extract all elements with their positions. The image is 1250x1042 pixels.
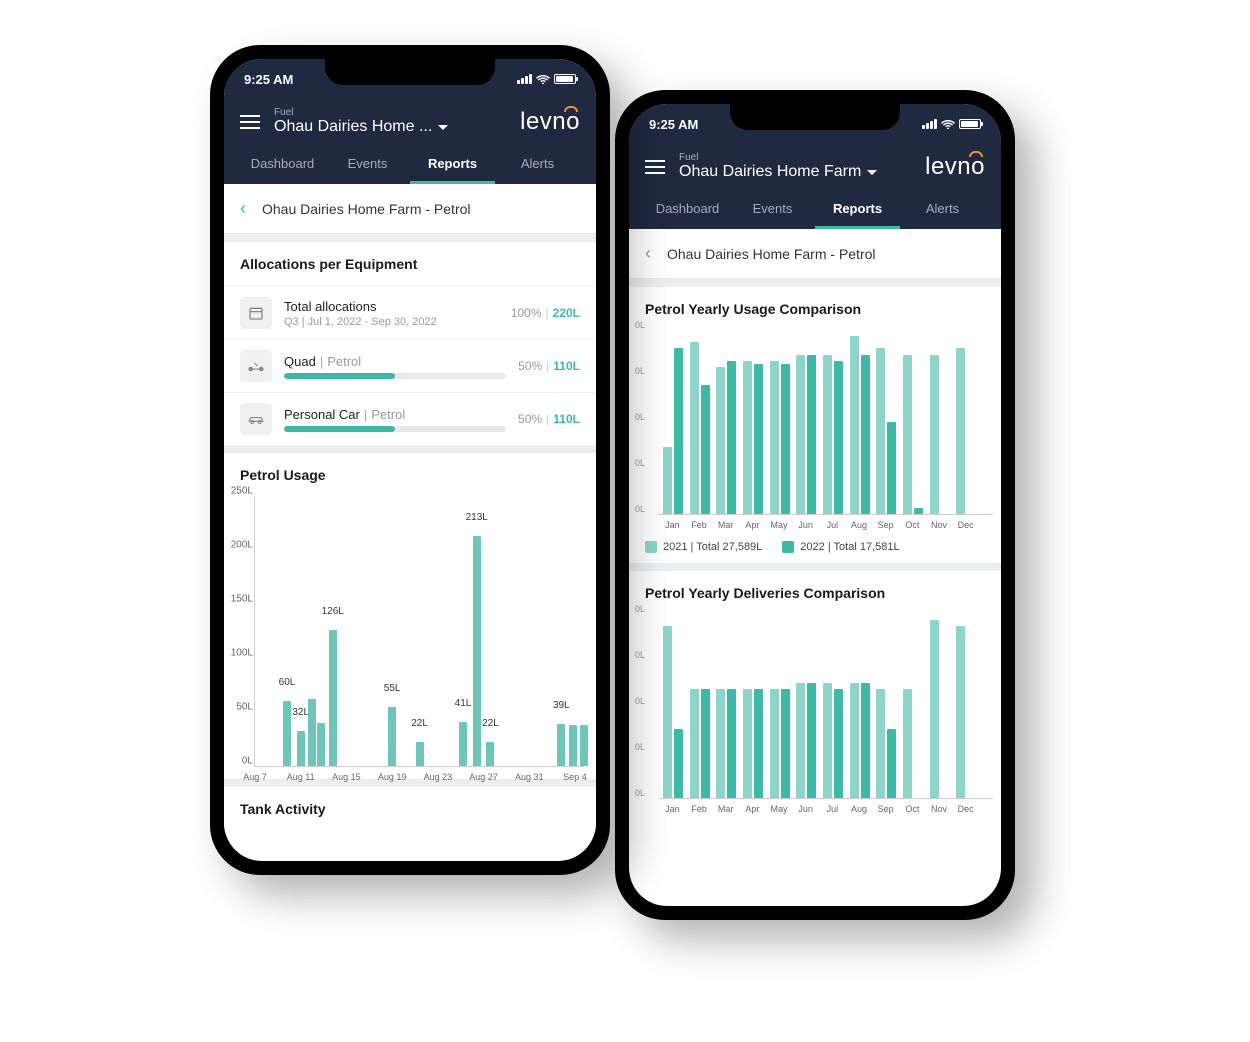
- allocation-row[interactable]: Quad|Petrol 50%|110L: [224, 339, 596, 392]
- allocations-section: Allocations per Equipment Total allocati…: [224, 242, 596, 445]
- wifi-icon: [536, 74, 550, 84]
- header-subtitle: Fuel: [679, 152, 911, 163]
- tab-alerts[interactable]: Alerts: [900, 191, 985, 229]
- breadcrumb: ‹ Ohau Dairies Home Farm - Petrol: [224, 184, 596, 234]
- section-title: Petrol Usage: [224, 453, 596, 497]
- wifi-icon: [941, 119, 955, 129]
- yearly-usage-chart: JanFebMarAprMayJunJulAugSepOctNovDec0L0L…: [629, 331, 1001, 531]
- app-header: Fuel Ohau Dairies Home Farm levno Dashbo…: [629, 144, 1001, 229]
- allocation-row[interactable]: Personal Car|Petrol 50%|110L: [224, 392, 596, 445]
- allocation-row[interactable]: Total allocationsQ3 | Jul 1, 2022 - Sep …: [224, 286, 596, 339]
- clock: 9:25 AM: [649, 117, 698, 132]
- clock: 9:25 AM: [244, 72, 293, 87]
- chevron-down-icon: [867, 170, 877, 175]
- tab-events[interactable]: Events: [325, 146, 410, 184]
- car-icon: [240, 403, 272, 435]
- section-title: Tank Activity: [224, 787, 596, 831]
- tabs: DashboardEventsReportsAlerts: [645, 191, 985, 229]
- usage-chart: 0L50L100L150L200L250LAug 7Aug 11Aug 15Au…: [254, 497, 584, 767]
- calendar-icon: [240, 297, 272, 329]
- logo: levno: [520, 108, 580, 136]
- section-title: Petrol Yearly Usage Comparison: [629, 287, 1001, 331]
- yearly-deliveries-chart: JanFebMarAprMayJunJulAugSepOctNovDec0L0L…: [629, 615, 1001, 815]
- app-header: Fuel Ohau Dairies Home ... levno Dashboa…: [224, 99, 596, 184]
- tab-dashboard[interactable]: Dashboard: [645, 191, 730, 229]
- menu-icon[interactable]: [645, 160, 665, 174]
- battery-icon: [959, 119, 981, 129]
- tab-alerts[interactable]: Alerts: [495, 146, 580, 184]
- tabs: DashboardEventsReportsAlerts: [240, 146, 580, 184]
- section-title: Allocations per Equipment: [224, 242, 596, 286]
- phone-notch: [325, 59, 495, 85]
- phone-mockup-2: 9:25 AM Fuel Ohau Dairies Home Farm levn…: [615, 90, 1015, 920]
- phone-notch: [730, 104, 900, 130]
- signal-icon: [922, 119, 937, 129]
- quad-icon: [240, 350, 272, 382]
- legend-swatch-2021: [645, 541, 657, 553]
- battery-icon: [554, 74, 576, 84]
- tab-reports[interactable]: Reports: [815, 191, 900, 229]
- usage-section: Petrol Usage 0L50L100L150L200L250LAug 7A…: [224, 453, 596, 779]
- chevron-down-icon: [438, 125, 448, 130]
- phone-mockup-1: 9:25 AM Fuel Ohau Dairies Home ... levno: [210, 45, 610, 875]
- farm-selector[interactable]: Ohau Dairies Home Farm: [679, 163, 911, 181]
- signal-icon: [517, 74, 532, 84]
- section-title: Petrol Yearly Deliveries Comparison: [629, 571, 1001, 615]
- menu-icon[interactable]: [240, 115, 260, 129]
- legend-swatch-2022: [782, 541, 794, 553]
- breadcrumb: ‹ Ohau Dairies Home Farm - Petrol: [629, 229, 1001, 279]
- back-icon[interactable]: ‹: [240, 198, 246, 219]
- tab-reports[interactable]: Reports: [410, 146, 495, 184]
- tab-events[interactable]: Events: [730, 191, 815, 229]
- chart-legend: 2021 | Total 27,589L 2022 | Total 17,581…: [629, 531, 1001, 563]
- header-subtitle: Fuel: [274, 107, 506, 118]
- farm-selector[interactable]: Ohau Dairies Home ...: [274, 118, 506, 136]
- logo: levno: [925, 153, 985, 181]
- tab-dashboard[interactable]: Dashboard: [240, 146, 325, 184]
- back-icon[interactable]: ‹: [645, 243, 651, 264]
